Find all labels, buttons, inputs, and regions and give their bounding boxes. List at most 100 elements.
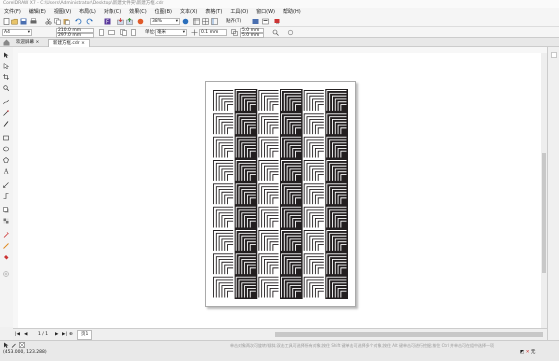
units-label: 单位: — [145, 30, 156, 35]
settings-icon[interactable] — [287, 29, 294, 36]
dimension-icon[interactable] — [3, 182, 9, 188]
nudge-icon — [191, 29, 198, 36]
paste-icon[interactable] — [63, 18, 70, 25]
portrait-icon[interactable] — [98, 29, 105, 36]
welcome-screen-icon[interactable] — [262, 18, 269, 25]
status-bar: (453.000, 123.288) 单击对象两次可旋转/倾斜;双击工具可选择所… — [0, 340, 559, 361]
standard-toolbar: F 38% ▾ 贴齐(T) — [0, 16, 559, 27]
outline-icon[interactable] — [3, 243, 9, 249]
import-icon[interactable] — [117, 18, 124, 25]
color-palette-icon[interactable] — [551, 52, 557, 58]
toolbox: A — [0, 47, 14, 327]
home-icon[interactable] — [3, 39, 10, 46]
artistic-media-icon[interactable] — [3, 121, 9, 127]
print-icon[interactable] — [30, 18, 37, 25]
smart-drawing-icon[interactable] — [3, 110, 9, 116]
zoom-tool-icon[interactable] — [3, 85, 9, 91]
polygon-icon[interactable] — [3, 157, 9, 163]
eyedropper-icon[interactable] — [3, 232, 9, 238]
open-icon[interactable] — [11, 18, 18, 25]
menu-object[interactable]: 对象(C) — [100, 8, 125, 16]
all-pages-icon[interactable] — [120, 29, 127, 36]
zoom-icon[interactable] — [272, 29, 279, 36]
units-select[interactable]: 毫米 ▾ — [155, 29, 187, 36]
svg-text:A: A — [3, 169, 9, 175]
document-tabs: 欢迎屏幕 × 新建方框.cdr × — [0, 38, 559, 48]
page-size-select[interactable]: A4 ▾ — [2, 29, 32, 36]
add-tool-icon[interactable] — [3, 271, 9, 277]
no-fill-swatch-icon[interactable] — [19, 342, 25, 348]
page-size-value: A4 — [4, 30, 10, 35]
docker-strip — [547, 47, 559, 347]
menu-effects[interactable]: 效果(C) — [125, 8, 150, 16]
duplicate-distance-icon — [231, 29, 238, 36]
units-value: 毫米 — [157, 30, 166, 35]
rulers-icon[interactable] — [193, 18, 200, 25]
save-icon[interactable] — [20, 18, 27, 25]
document-page[interactable] — [205, 81, 356, 307]
vertical-scroll-thumb[interactable] — [542, 153, 546, 273]
horizontal-scrollbar[interactable] — [275, 332, 543, 337]
redo-icon[interactable] — [86, 18, 93, 25]
options-icon[interactable] — [252, 18, 259, 25]
ellipse-icon[interactable] — [3, 146, 9, 152]
window-title: CorelDRAW X7 - C:\Users\Administrator\De… — [3, 1, 164, 6]
zoom-level-select[interactable]: 38% ▾ — [150, 18, 180, 25]
menu-edit[interactable]: 编辑(E) — [25, 8, 50, 16]
crop-icon[interactable] — [3, 74, 9, 80]
cut-icon[interactable] — [45, 18, 52, 25]
landscape-icon[interactable] — [108, 29, 115, 36]
chevron-down-icon: ▾ — [182, 30, 185, 35]
square-stripe-pattern[interactable] — [212, 89, 348, 299]
close-icon[interactable]: × — [81, 41, 85, 46]
copy-icon[interactable] — [54, 18, 61, 25]
menu-text[interactable]: 文本(X) — [176, 8, 201, 16]
menu-window[interactable]: 窗口(W) — [252, 8, 279, 16]
undo-icon[interactable] — [75, 18, 82, 25]
menu-layout[interactable]: 布局(L) — [75, 8, 100, 16]
horizontal-scroll-thumb[interactable] — [275, 332, 543, 337]
search-content-icon[interactable]: F — [104, 18, 111, 25]
export-icon[interactable] — [126, 18, 133, 25]
chevron-down-icon: ▾ — [27, 30, 30, 35]
guidelines-icon[interactable] — [211, 18, 218, 25]
drop-shadow-icon[interactable] — [3, 207, 9, 213]
close-icon[interactable]: × — [35, 40, 39, 45]
menu-tools[interactable]: 工具(O) — [226, 8, 252, 16]
freehand-icon[interactable] — [3, 99, 9, 105]
chevron-down-icon: ▾ — [175, 19, 178, 24]
snap-to-menu[interactable]: 贴齐(T) — [226, 18, 241, 25]
tab-document-label: 新建方框.cdr — [53, 41, 80, 46]
menu-help[interactable]: 帮助(H) — [279, 8, 305, 16]
status-hint: 单击对象两次可旋转/倾斜;双击工具可选择所有对象;按住 Shift 键单击可选择… — [230, 343, 494, 348]
application-launcher-icon[interactable] — [137, 18, 144, 25]
tab-welcome-label: 欢迎屏幕 — [16, 40, 34, 45]
eyedropper-icon[interactable] — [11, 342, 17, 348]
nudge-distance-field[interactable]: 0.1 mm — [199, 29, 227, 36]
text-icon[interactable]: A — [3, 168, 9, 175]
full-screen-icon[interactable] — [182, 18, 189, 25]
fill-indicator: ◩ ✕ 无 — [520, 349, 535, 355]
menu-file[interactable]: 文件(F) — [0, 8, 25, 16]
fill-swatch-icon: ◩ — [520, 350, 525, 355]
current-page-icon[interactable] — [130, 29, 137, 36]
zoom-level-value: 38% — [152, 19, 163, 24]
pick-tool-icon — [4, 342, 9, 348]
new-icon[interactable] — [3, 18, 10, 25]
fill-icon[interactable] — [3, 254, 9, 260]
menu-view[interactable]: 视图(V) — [50, 8, 75, 16]
cursor-coordinates: (453.000, 123.288) — [3, 350, 47, 355]
shape-tool-icon[interactable] — [3, 63, 9, 69]
menu-table[interactable]: 表格(T) — [201, 8, 226, 16]
transparency-icon[interactable] — [3, 218, 9, 224]
rectangle-icon[interactable] — [3, 135, 9, 141]
tab-welcome[interactable]: 欢迎屏幕 × — [12, 39, 43, 47]
grid-icon[interactable] — [202, 18, 209, 25]
pick-tool-icon[interactable] — [3, 52, 9, 58]
outline-swatch-icon: ✕ — [525, 350, 530, 355]
launcher-icon[interactable] — [274, 18, 281, 25]
page-tab[interactable]: 页1 — [77, 330, 93, 340]
menu-bitmaps[interactable]: 位图(B) — [151, 8, 176, 16]
connector-icon[interactable] — [3, 193, 9, 199]
svg-text:F: F — [106, 20, 109, 26]
